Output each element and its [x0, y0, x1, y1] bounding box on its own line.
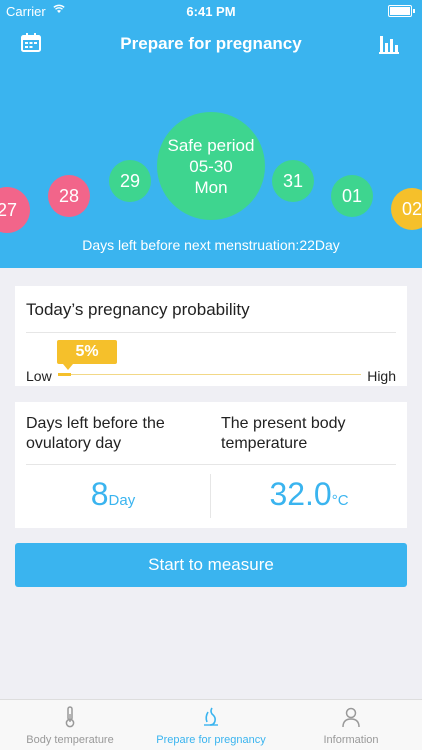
thermometer-icon [65, 706, 75, 728]
status-bar: Carrier 6:41 PM [0, 0, 422, 22]
day-circle[interactable]: 31 [272, 160, 314, 202]
selected-day-circle[interactable]: Safe period 05-30 Mon [157, 112, 265, 220]
days-left-text: Days left before next menstruation:22Day [82, 237, 340, 253]
ovulatory-title: Days left before the ovulatory day [26, 415, 165, 452]
day-circle[interactable]: 02 [391, 188, 422, 230]
day-circle[interactable]: 29 [109, 160, 151, 202]
bar-chart-icon[interactable] [378, 32, 400, 54]
battery-icon [388, 5, 415, 17]
selected-date: 05-30 [189, 156, 233, 176]
tab-bar: Body temperature Prepare for pregnancy I… [0, 699, 422, 750]
temperature-title: The present body temperature [221, 415, 346, 452]
tab-body-temperature[interactable]: Body temperature [0, 700, 140, 750]
start-measure-button[interactable]: Start to measure [15, 543, 407, 587]
high-label: High [367, 368, 396, 384]
person-icon [342, 707, 360, 728]
tab-label: Prepare for pregnancy [156, 734, 266, 746]
probability-marker [58, 373, 71, 376]
probability-track [58, 374, 361, 375]
probability-card: Today’s pregnancy probability 5% Low Hig… [15, 286, 407, 386]
period-status: Safe period [167, 135, 255, 155]
temperature-value-block: 32.0°C [211, 476, 407, 513]
tab-prepare-pregnancy[interactable]: Prepare for pregnancy [141, 700, 281, 750]
day-circle[interactable]: 28 [48, 175, 90, 217]
selected-weekday: Mon [194, 177, 228, 197]
temperature-value: 32.0 [269, 476, 332, 512]
tab-information[interactable]: Information [281, 700, 421, 750]
low-label: Low [26, 368, 52, 384]
probability-badge: 5% [57, 340, 117, 370]
header-area: Carrier 6:41 PM Prepare for pregnancy 27… [0, 0, 422, 268]
pregnancy-icon [204, 707, 218, 726]
ovulatory-value-block: 8Day [15, 476, 211, 513]
ovulatory-value: 8 [90, 476, 109, 512]
day-circle[interactable]: 01 [331, 175, 373, 217]
stats-card: Days left before the ovulatory day The p… [15, 402, 407, 528]
ovulatory-unit: Day [108, 492, 136, 509]
page-title: Prepare for pregnancy [120, 34, 302, 53]
probability-title: Today’s pregnancy probability [26, 300, 250, 319]
temperature-unit: °C [331, 492, 349, 509]
divider [26, 464, 396, 465]
tab-label: Information [323, 734, 379, 746]
tab-label: Body temperature [26, 734, 114, 746]
divider [26, 332, 396, 333]
day-circle[interactable]: 27 [0, 187, 30, 233]
status-time: 6:41 PM [186, 4, 236, 19]
